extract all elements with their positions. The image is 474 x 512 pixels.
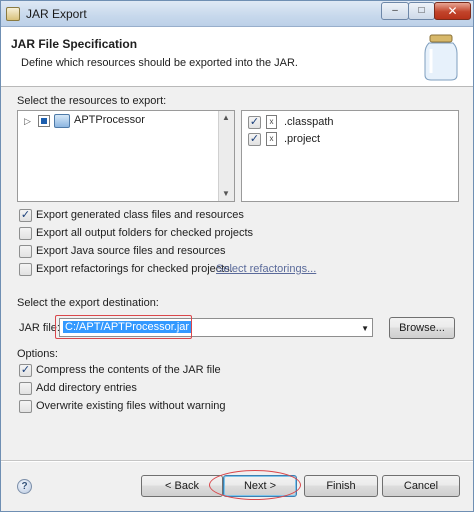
resource-tree[interactable]: ▷ APTProcessor ▲ ▼ [17,110,235,202]
java-project-icon [54,114,70,128]
option-label: Export all output folders for checked pr… [36,227,254,239]
jar-app-icon [6,7,20,21]
checkbox[interactable]: ✓ [19,209,32,222]
close-button[interactable]: ✕ [434,2,471,20]
finish-button[interactable]: Finish [304,475,378,497]
checkbox[interactable] [19,263,32,276]
minimize-button[interactable]: – [381,2,409,20]
expand-arrow-icon[interactable]: ▷ [24,116,31,127]
next-button[interactable]: Next > [223,475,297,497]
wizard-header: JAR File Specification Define which reso… [1,27,473,87]
jar-icon [424,34,458,81]
scroll-down-icon[interactable]: ▼ [222,189,230,198]
option-label: Add directory entries [36,382,137,394]
page-title: JAR File Specification [11,37,138,51]
jar-file-input[interactable]: C:/APT/APTProcessor.jar [63,321,192,333]
resource-file-list[interactable]: ✓ x .classpath ✓ x .project [241,110,459,202]
window-title: JAR Export [26,7,87,21]
option-label: Overwrite existing files without warning [36,400,226,412]
checkbox[interactable] [19,382,32,395]
page-description: Define which resources should be exporte… [21,57,298,69]
title-bar: JAR Export – □ ✕ [1,1,473,27]
dropdown-arrow-icon[interactable]: ▼ [361,324,369,333]
tree-checkbox[interactable] [38,115,50,127]
scroll-up-icon[interactable]: ▲ [222,113,230,122]
back-button[interactable]: < Back [141,475,223,497]
help-icon[interactable]: ? [17,479,32,494]
tree-scrollbar[interactable]: ▲ ▼ [218,111,234,201]
option-label: Export Java source files and resources [36,245,226,257]
browse-button[interactable]: Browse... [389,317,455,339]
jar-file-combo[interactable]: C:/APT/APTProcessor.jar ▼ [59,318,373,337]
options-label: Options: [17,348,58,360]
footer-separator [1,460,473,462]
resources-label: Select the resources to export: [17,95,167,107]
destination-label: Select the export destination: [17,297,159,309]
file-icon: x [266,115,277,129]
option-label: Compress the contents of the JAR file [36,364,221,376]
checkbox[interactable] [19,400,32,413]
jar-file-label: JAR file: [19,322,60,334]
maximize-button[interactable]: □ [408,2,435,20]
select-refactorings-link[interactable]: Select refactorings... [216,263,316,275]
file-label: .project [284,133,321,145]
file-icon: x [266,132,277,146]
checkbox[interactable] [19,245,32,258]
checkbox[interactable] [19,227,32,240]
file-checkbox[interactable]: ✓ [248,116,261,129]
checkbox[interactable]: ✓ [19,364,32,377]
jar-export-dialog: JAR Export – □ ✕ JAR File Specification … [0,0,474,512]
tree-item-label: APTProcessor [74,114,145,126]
option-label: Export refactorings for checked projects… [36,263,233,275]
option-label: Export generated class files and resourc… [36,209,244,221]
cancel-button[interactable]: Cancel [382,475,460,497]
file-label: .classpath [284,116,334,128]
file-checkbox[interactable]: ✓ [248,133,261,146]
